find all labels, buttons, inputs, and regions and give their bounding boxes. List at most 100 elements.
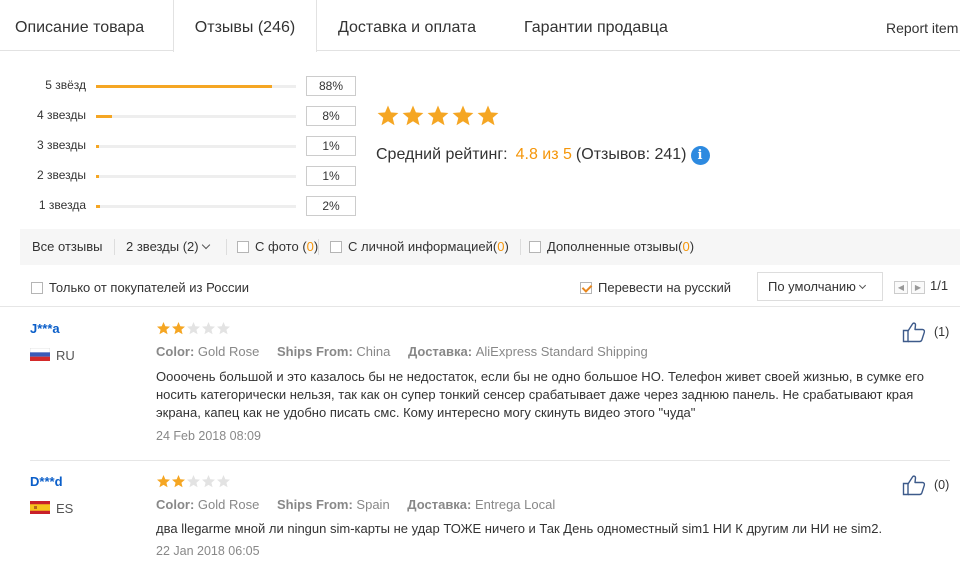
review-rating-stars <box>156 321 231 336</box>
review-date: 24 Feb 2018 08:09 <box>156 429 261 443</box>
filter-count-close: ) <box>689 239 695 254</box>
histogram-fill <box>96 175 99 178</box>
histogram-track <box>96 145 296 148</box>
reviewer-name[interactable]: J***a <box>30 321 60 336</box>
tab-delivery[interactable]: Доставка и оплата <box>338 0 476 51</box>
histogram-percent: 1% <box>306 136 356 156</box>
average-rating-line: Средний рейтинг: 4.8 из 5 (Отзывов: 241)… <box>376 144 710 166</box>
tab-label: Доставка и оплата <box>338 19 477 36</box>
helpful-count: (0) <box>934 478 950 492</box>
helpful-button[interactable]: (0) <box>902 474 949 496</box>
filter-star-label: 2 звезды (2) <box>126 239 199 254</box>
histogram-fill <box>96 205 100 208</box>
histogram-fill <box>96 115 112 118</box>
sort-dropdown[interactable]: По умолчанию <box>757 272 883 301</box>
review-count: (Отзывов: 241) <box>575 146 687 163</box>
histogram-row-2[interactable]: 2 звезды 1% <box>0 166 360 186</box>
report-item-label: Report item <box>886 20 959 36</box>
filter-additional-reviews[interactable]: Дополненные отзывы(0) <box>529 229 694 265</box>
tab-label: Отзывы (246) <box>194 19 296 36</box>
average-rating-label: Средний рейтинг: <box>376 146 508 163</box>
star-empty-icon <box>202 321 215 335</box>
review-text: Оооочень большой и это казалось бы не не… <box>156 369 924 420</box>
star-empty-icon <box>202 474 215 488</box>
histogram-track <box>96 85 296 88</box>
meta-value: Entrega Local <box>475 497 556 512</box>
star-empty-icon <box>217 321 230 335</box>
russia-only-option[interactable]: Только от покупателей из России <box>31 266 249 307</box>
thumbs-up-icon <box>902 322 926 343</box>
histogram-percent: 8% <box>306 106 356 126</box>
checkbox[interactable] <box>237 241 249 253</box>
filter-with-photo[interactable]: С фото (0) <box>237 229 318 265</box>
review-options-row: Только от покупателей из России Перевест… <box>0 266 960 307</box>
checkbox[interactable] <box>31 282 43 294</box>
russia-only-label: Только от покупателей из России <box>49 280 249 295</box>
translate-option[interactable]: Перевести на русский <box>580 266 731 307</box>
pager-next-button[interactable]: ▶ <box>911 281 925 294</box>
meta-key: Color: <box>156 344 195 359</box>
tab-seller-guarantee[interactable]: Гарантии продавца <box>524 0 668 51</box>
thumbs-up-icon <box>902 475 926 496</box>
meta-value: AliExpress Standard Shipping <box>475 344 648 359</box>
histogram-label: 4 звезды <box>36 108 86 122</box>
info-icon[interactable]: i <box>690 145 710 165</box>
histogram-label: 1 звезда <box>38 198 86 212</box>
tab-label: Описание товара <box>15 19 145 36</box>
checkbox[interactable] <box>330 241 342 253</box>
histogram-track <box>96 205 296 208</box>
filter-divider <box>226 239 227 255</box>
review-text: два llegarme мной ли ningun sim-карты не… <box>156 521 883 536</box>
meta-key: Ships From: <box>276 497 353 512</box>
star-filled-icon <box>157 474 170 488</box>
pager-prev-button[interactable]: ◀ <box>894 281 908 294</box>
filter-all-reviews[interactable]: Все отзывы <box>32 229 102 265</box>
reviewer-name[interactable]: D***d <box>30 474 63 489</box>
filter-with-personal-info[interactable]: С личной информацией(0) <box>330 229 509 265</box>
meta-value: Spain <box>356 497 390 512</box>
filter-star-dropdown[interactable]: 2 звезды (2) <box>126 229 210 265</box>
histogram-percent: 88% <box>306 76 356 96</box>
chevron-down-icon <box>858 281 866 290</box>
checkbox-checked[interactable] <box>580 282 592 294</box>
star-icon <box>377 105 399 126</box>
tab-description[interactable]: Описание товара <box>15 0 144 51</box>
histogram-row-3[interactable]: 3 звезды 1% <box>0 136 360 156</box>
meta-key: Доставка: <box>407 497 472 512</box>
tab-reviews[interactable]: Отзывы (246) <box>173 0 317 52</box>
filter-label: С фото <box>255 239 299 254</box>
histogram-fill <box>96 85 272 88</box>
average-rating-stars <box>376 104 501 132</box>
meta-key: Ships From: <box>276 344 353 359</box>
review-filter-bar: Все отзывы 2 звезды (2) С фото (0) С лич… <box>20 229 960 265</box>
review-item: D***d ES Color: Gold Rose Ships From: Sp… <box>30 474 950 569</box>
chevron-down-icon <box>201 240 210 250</box>
filter-divider <box>114 239 115 255</box>
filter-label: С личной информацией <box>348 239 493 254</box>
filter-count: 0 <box>306 239 314 254</box>
filter-count-close: ) <box>504 239 509 254</box>
pager-page: 1/1 <box>930 278 949 293</box>
helpful-button[interactable]: (1) <box>902 321 949 343</box>
filter-divider <box>318 239 319 255</box>
meta-value: Gold Rose <box>197 344 260 359</box>
meta-key: Color: <box>156 497 195 512</box>
flag-ru-icon <box>30 348 50 361</box>
tab-label: Гарантии продавца <box>524 19 668 36</box>
checkbox[interactable] <box>529 241 541 253</box>
average-rating-value: 4.8 из 5 <box>515 146 572 163</box>
histogram-row-1[interactable]: 1 звезда 2% <box>0 196 360 216</box>
star-filled-icon <box>157 321 170 335</box>
review-tabs: Описание товара Отзывы (246) Доставка и … <box>0 0 960 52</box>
star-icon <box>402 105 424 126</box>
review-meta: Color: Gold Rose Ships From: Spain Доста… <box>156 497 569 512</box>
histogram-row-5[interactable]: 5 звёзд 88% <box>0 76 360 96</box>
star-empty-icon <box>187 321 200 335</box>
star-icon <box>427 105 449 126</box>
star-icon <box>477 105 499 126</box>
star-filled-icon <box>172 321 185 335</box>
histogram-track <box>96 175 296 178</box>
report-item-link[interactable]: Report item <box>886 0 958 51</box>
histogram-row-4[interactable]: 4 звезды 8% <box>0 106 360 126</box>
review-meta: Color: Gold Rose Ships From: China Доста… <box>156 344 662 359</box>
